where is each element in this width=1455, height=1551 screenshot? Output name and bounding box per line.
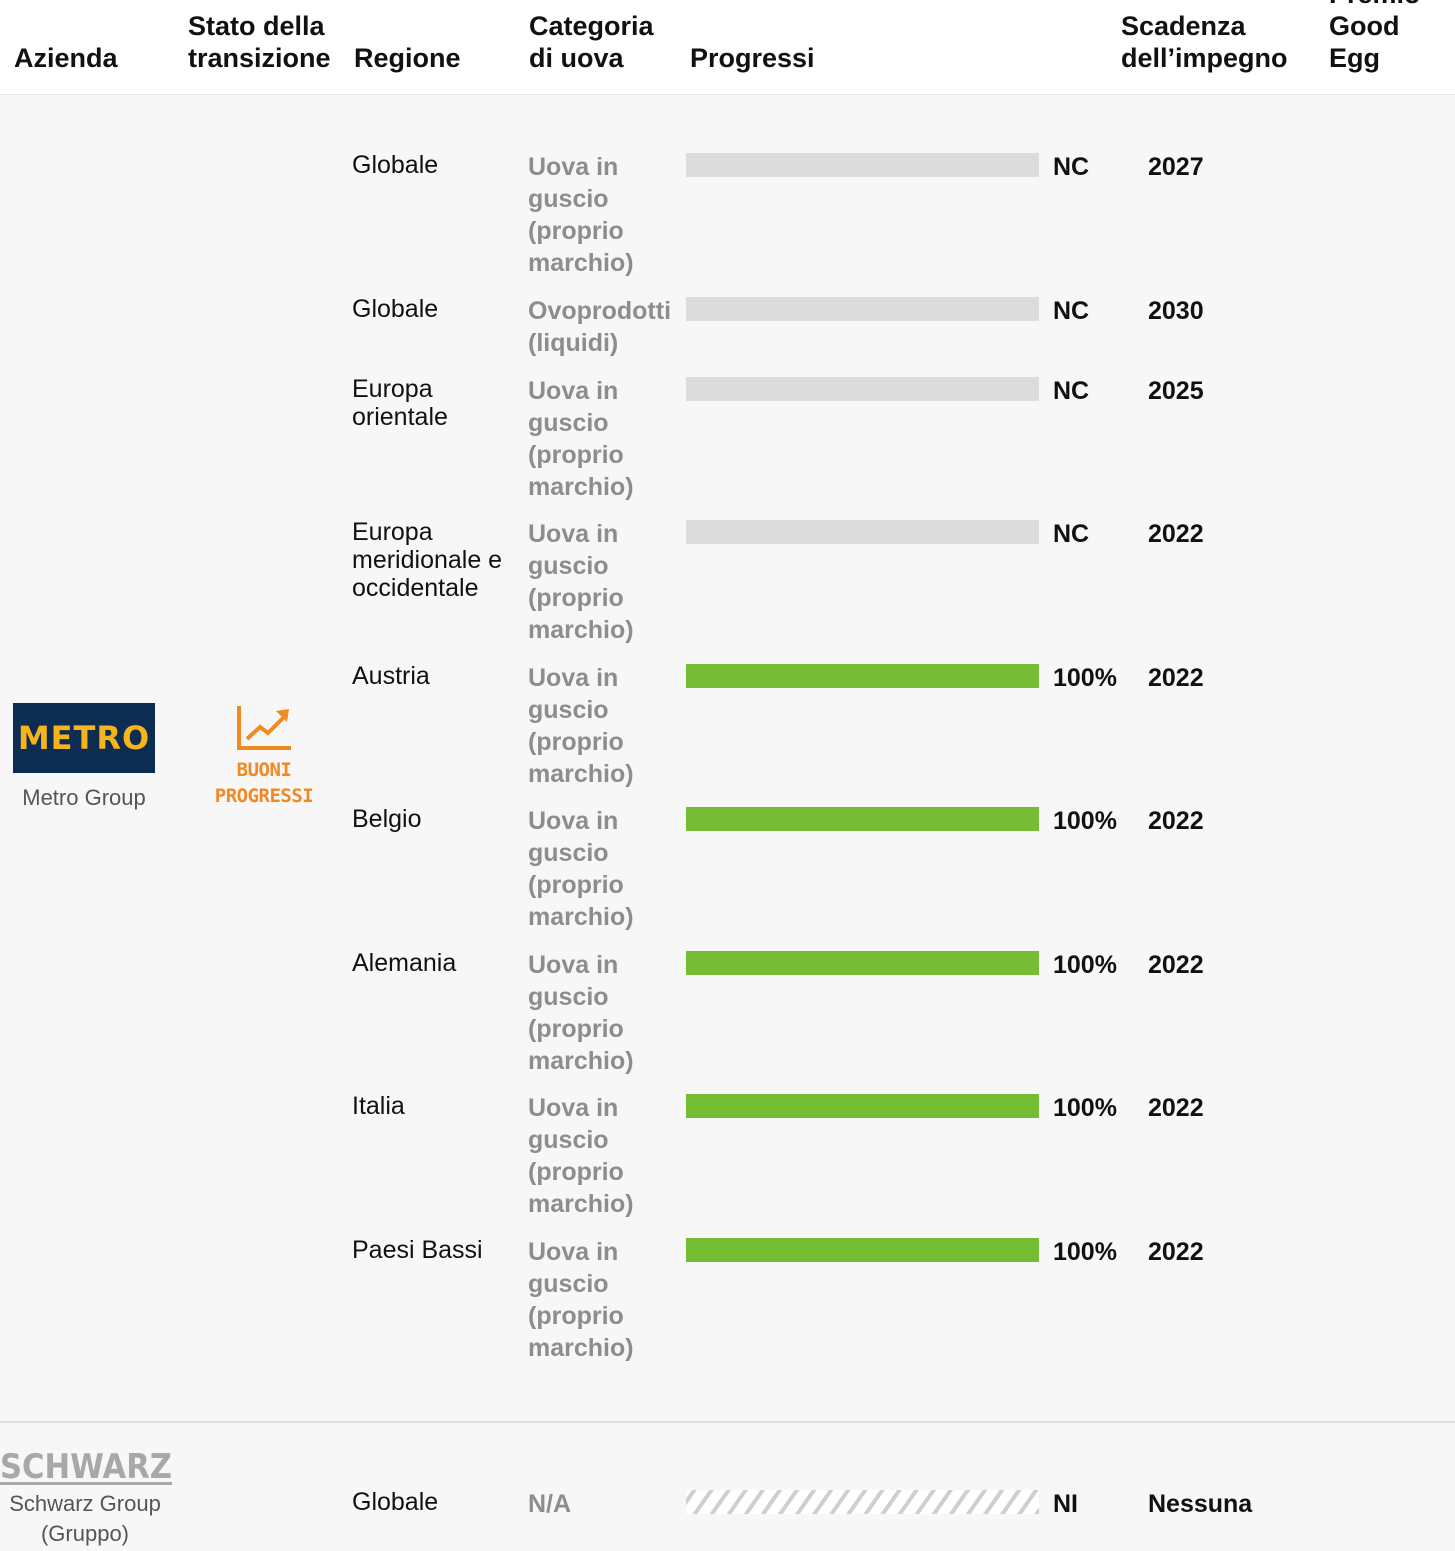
- transition-status: BUONI PROGRESSI: [204, 703, 324, 809]
- header-progress: Progressi: [690, 43, 815, 73]
- region-cell: Europa orientale: [352, 375, 448, 431]
- company-cell-metro[interactable]: METRO Metro Group: [13, 703, 155, 813]
- progress-value: NC: [1053, 297, 1090, 325]
- progress-value: NC: [1053, 520, 1090, 548]
- progress-bar: [686, 153, 1039, 177]
- deadline-cell: 2022: [1148, 951, 1204, 979]
- region-cell: Italia: [352, 1092, 405, 1120]
- progress-bar-fill: [686, 664, 1039, 688]
- deadline-cell: 2027: [1148, 153, 1204, 181]
- progress-value: 100%: [1053, 807, 1117, 835]
- company-section-schwarz: SCHWARZ Schwarz Group (Gruppo) Globale N/…: [0, 1423, 1455, 1551]
- progress-bar: [686, 297, 1039, 321]
- region-cell: Europa meridionale e occidentale: [352, 518, 503, 602]
- progress-value: NI: [1053, 1490, 1078, 1518]
- deadline-cell: Nessuna: [1148, 1490, 1253, 1518]
- egg-category-cell: Uova in guscio (proprio marchio): [528, 807, 634, 931]
- region-cell: Globale: [352, 151, 439, 179]
- region-cell: Alemania: [352, 949, 457, 977]
- progress-bar: [686, 520, 1039, 544]
- progress-value: NC: [1053, 377, 1090, 405]
- company-section-metro: METRO Metro Group BUONI PROGRESSI Global…: [0, 95, 1455, 1423]
- progress-value: 100%: [1053, 951, 1117, 979]
- egg-category-cell: Uova in guscio (proprio marchio): [528, 520, 634, 644]
- progress-value: 100%: [1053, 664, 1117, 692]
- deadline-cell: 2022: [1148, 1094, 1204, 1122]
- progress-bar: [686, 1238, 1039, 1262]
- deadline-cell: 2022: [1148, 1238, 1204, 1266]
- egg-category-cell: Uova in guscio (proprio marchio): [528, 153, 634, 277]
- region-cell: Austria: [352, 662, 430, 690]
- header-deadline: Scadenza dell’impegno: [1121, 11, 1288, 73]
- progress-bar-fill: [686, 1094, 1039, 1118]
- company-name: Schwarz Group (Gruppo): [9, 1491, 161, 1546]
- progress-bar: [686, 664, 1039, 688]
- company-cell-schwarz[interactable]: SCHWARZ Schwarz Group (Gruppo): [0, 1447, 172, 1549]
- header-category: Categoria di uova: [529, 11, 654, 73]
- egg-category-cell: Uova in guscio (proprio marchio): [528, 664, 634, 788]
- deadline-cell: 2022: [1148, 664, 1204, 692]
- egg-category-cell: N/A: [528, 1490, 572, 1518]
- progress-bar: [686, 951, 1039, 975]
- deadline-cell: 2022: [1148, 807, 1204, 835]
- deadline-cell: 2022: [1148, 520, 1204, 548]
- region-cell: Paesi Bassi: [352, 1236, 483, 1264]
- progress-bar: [686, 1490, 1039, 1514]
- table-header: Azienda Stato della transizione Regione …: [0, 0, 1455, 95]
- progress-value: 100%: [1053, 1238, 1117, 1266]
- egg-category-cell: Uova in guscio (proprio marchio): [528, 1094, 634, 1218]
- progress-bar-fill: [686, 807, 1039, 831]
- region-cell: Belgio: [352, 805, 422, 833]
- trend-up-icon: [237, 706, 291, 750]
- egg-category-cell: Uova in guscio (proprio marchio): [528, 1238, 634, 1362]
- progress-bar: [686, 807, 1039, 831]
- progress-bar: [686, 1094, 1039, 1118]
- progress-bar-fill: [686, 1238, 1039, 1262]
- status-label: BUONI PROGRESSI: [214, 759, 314, 807]
- progress-value: NC: [1053, 153, 1090, 181]
- company-name: Metro Group: [22, 785, 146, 810]
- svg-text:SCHWARZ: SCHWARZ: [0, 1447, 172, 1487]
- egg-category-cell: Uova in guscio (proprio marchio): [528, 951, 634, 1075]
- region-cell: Globale: [352, 295, 439, 323]
- header-region: Regione: [354, 43, 461, 73]
- deadline-cell: 2025: [1148, 377, 1204, 405]
- header-award: Premio Good Egg: [1329, 0, 1421, 73]
- header-company: Azienda: [14, 43, 118, 73]
- header-status: Stato della transizione: [188, 11, 331, 73]
- progress-value: 100%: [1053, 1094, 1117, 1122]
- metro-logo: METRO: [13, 703, 155, 773]
- deadline-cell: 2030: [1148, 297, 1204, 325]
- progress-bar: [686, 377, 1039, 401]
- region-cell: Globale: [352, 1488, 439, 1516]
- egg-category-cell: Ovoprodotti (liquidi): [528, 297, 672, 357]
- egg-category-cell: Uova in guscio (proprio marchio): [528, 377, 634, 501]
- schwarz-logo: SCHWARZ: [0, 1447, 172, 1487]
- progress-bar-fill: [686, 951, 1039, 975]
